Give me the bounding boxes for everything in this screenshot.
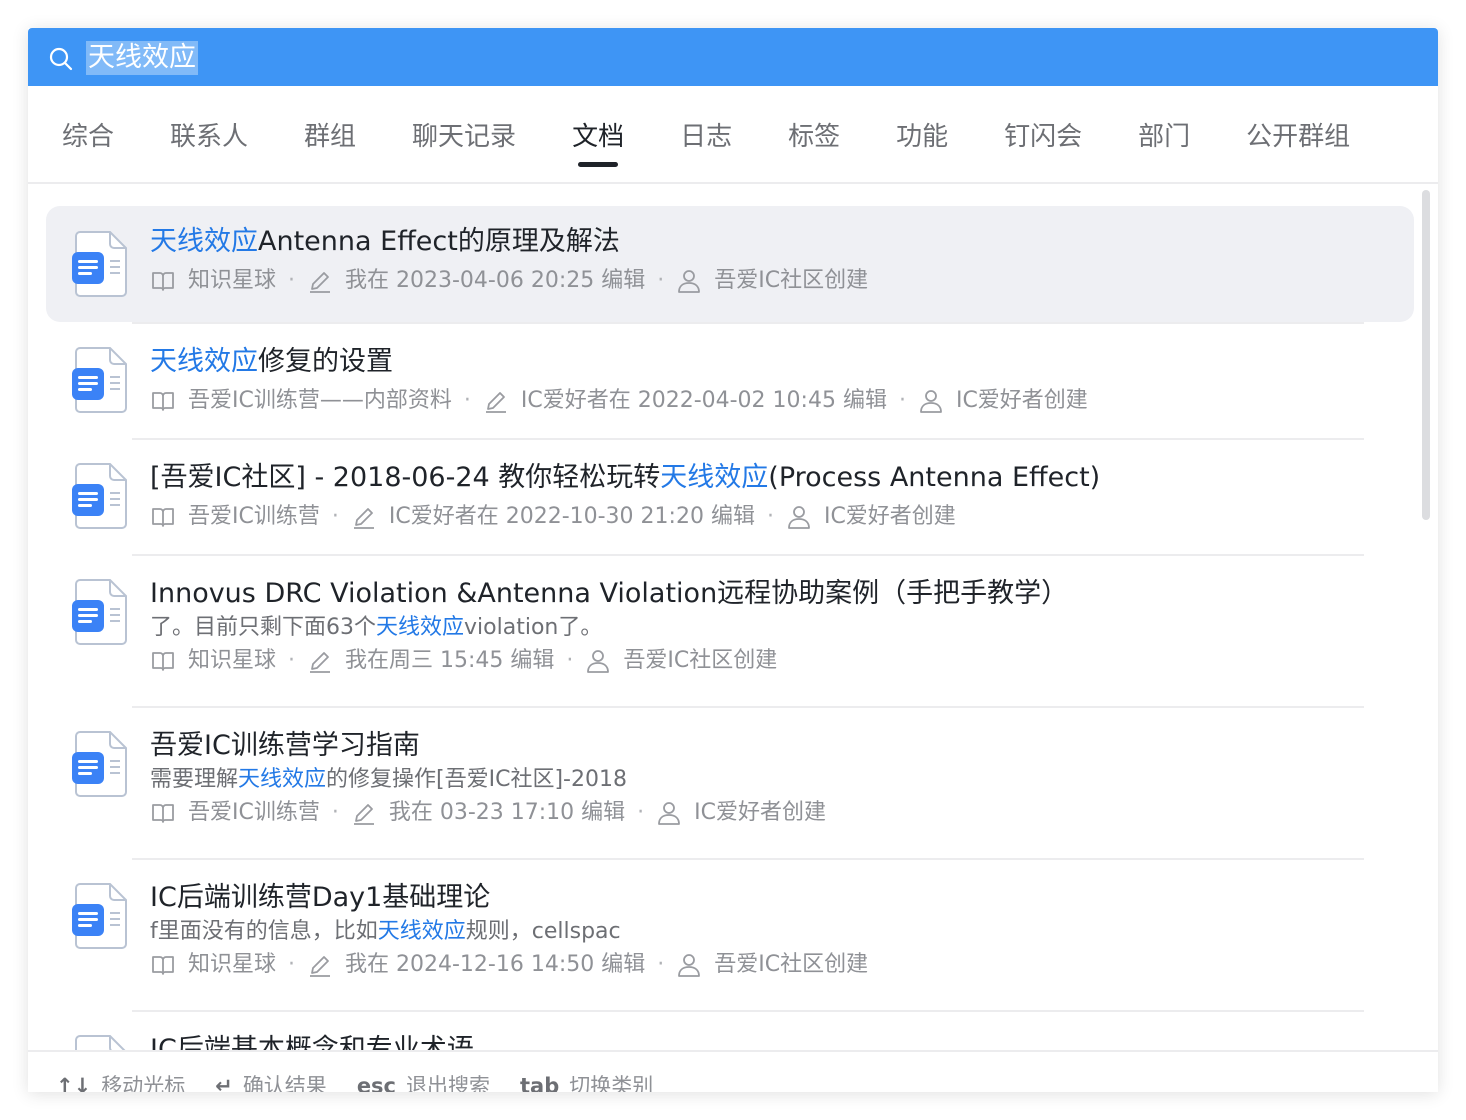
hint-move: ↑↓ 移动光标 [56, 1074, 186, 1092]
result-item[interactable]: 天线效应Antenna Effect的原理及解法 知识星球 · 我在 2023-… [46, 206, 1414, 322]
user-icon [676, 268, 702, 294]
pencil-icon [307, 268, 333, 294]
pencil-icon [483, 388, 509, 414]
tab-tags[interactable]: 标签 [788, 96, 840, 173]
pencil-icon [307, 952, 333, 978]
result-edited: 我在 03-23 17:10 编辑 [388, 800, 626, 825]
pencil-icon [351, 504, 377, 530]
hint-tab: tab 切换类别 [520, 1074, 654, 1092]
result-item[interactable]: 吾爱IC训练营学习指南 需要理解天线效应的修复操作[吾爱IC社区]-2018 吾… [46, 708, 1414, 858]
result-edited: 我在 2024-12-16 14:50 编辑 [345, 952, 646, 977]
result-space: 吾爱IC训练营——内部资料 [188, 388, 452, 413]
result-creator: IC爱好者创建 [955, 388, 1088, 413]
result-creator: 吾爱IC社区创建 [714, 268, 869, 293]
tab-logs[interactable]: 日志 [680, 96, 732, 173]
result-edited: IC爱好者在 2022-04-02 10:45 编辑 [520, 388, 887, 413]
user-icon [656, 800, 682, 826]
book-icon [150, 648, 176, 674]
result-title: 天线效应Antenna Effect的原理及解法 [150, 226, 620, 257]
pencil-icon [307, 648, 333, 674]
result-creator: IC爱好者创建 [823, 504, 956, 529]
tab-features[interactable]: 功能 [896, 96, 948, 173]
search-query[interactable]: 天线效应 [86, 41, 198, 75]
result-space: 吾爱IC训练营 [188, 504, 320, 529]
keyboard-hints: ↑↓ 移动光标 ↵ 确认结果 esc 退出搜索 tab 切换类别 [28, 1050, 1438, 1092]
result-item[interactable]: IC后端训练营Day1基础理论 f里面没有的信息，比如天线效应规则，cellsp… [46, 860, 1414, 1010]
book-icon [150, 268, 176, 294]
result-meta: 知识星球 · 我在 2023-04-06 20:25 编辑 · 吾爱IC社区创建 [150, 264, 1414, 298]
tab-flash-meeting[interactable]: 钉闪会 [1004, 96, 1082, 173]
tab-departments[interactable]: 部门 [1138, 96, 1190, 173]
result-meta: 吾爱IC训练营 · IC爱好者在 2022-10-30 21:20 编辑 · I… [150, 500, 1414, 534]
book-icon [150, 504, 176, 530]
result-space: 知识星球 [188, 952, 277, 977]
result-title: 吾爱IC训练营学习指南 [150, 730, 420, 761]
user-icon [676, 952, 702, 978]
category-tabs: 综合 联系人 群组 聊天记录 文档 日志 标签 功能 钉闪会 部门 公开群组 [28, 86, 1438, 184]
tab-all[interactable]: 综合 [62, 96, 114, 173]
tab-groups[interactable]: 群组 [304, 96, 356, 173]
tab-chat-history[interactable]: 聊天记录 [412, 96, 516, 173]
result-title: Innovus DRC Violation &Antenna Violation… [150, 578, 1069, 609]
result-edited: IC爱好者在 2022-10-30 21:20 编辑 [388, 504, 755, 529]
result-meta: 知识星球 · 我在 2024-12-16 14:50 编辑 · 吾爱IC社区创建 [150, 948, 1414, 982]
hint-esc: esc 退出搜索 [356, 1074, 491, 1092]
result-item[interactable]: [吾爱IC社区] - 2018-06-24 教你轻松玩转天线效应(Process… [46, 440, 1414, 554]
search-bar: 天线效应 [28, 28, 1438, 86]
result-creator: 吾爱IC社区创建 [623, 648, 778, 673]
result-item[interactable]: IC后端基本概念和专业术语 [46, 1012, 1414, 1054]
scrollbar[interactable] [1422, 190, 1430, 520]
result-snippet: f里面没有的信息，比如天线效应规则，cellspac [150, 919, 621, 944]
result-space: 知识星球 [188, 648, 277, 673]
result-meta: 吾爱IC训练营——内部资料 · IC爱好者在 2022-04-02 10:45 … [150, 384, 1414, 418]
pencil-icon [351, 800, 377, 826]
result-title: 天线效应修复的设置 [150, 346, 393, 377]
result-meta: 吾爱IC训练营 · 我在 03-23 17:10 编辑 · IC爱好者创建 [150, 796, 1414, 830]
result-snippet: 了。目前只剩下面63个天线效应violation了。 [150, 615, 603, 640]
user-icon [918, 388, 944, 414]
search-panel: 天线效应 综合 联系人 群组 聊天记录 文档 日志 标签 功能 钉闪会 部门 公… [28, 28, 1438, 1092]
result-edited: 我在 2023-04-06 20:25 编辑 [345, 268, 646, 293]
result-item[interactable]: 天线效应修复的设置 吾爱IC训练营——内部资料 · IC爱好者在 2022-04… [46, 324, 1414, 438]
result-space: 吾爱IC训练营 [188, 800, 320, 825]
book-icon [150, 800, 176, 826]
book-icon [150, 952, 176, 978]
result-creator: 吾爱IC社区创建 [714, 952, 869, 977]
tab-contacts[interactable]: 联系人 [170, 96, 248, 173]
result-meta: 知识星球 · 我在周三 15:45 编辑 · 吾爱IC社区创建 [150, 644, 1414, 678]
results-list: 天线效应Antenna Effect的原理及解法 知识星球 · 我在 2023-… [28, 182, 1418, 1054]
result-snippet: 需要理解天线效应的修复操作[吾爱IC社区]-2018 [150, 767, 627, 792]
result-item[interactable]: Innovus DRC Violation &Antenna Violation… [46, 556, 1414, 706]
hint-confirm: ↵ 确认结果 [215, 1074, 327, 1092]
result-creator: IC爱好者创建 [694, 800, 827, 825]
result-edited: 我在周三 15:45 编辑 [345, 648, 555, 673]
tab-documents[interactable]: 文档 [572, 96, 624, 173]
user-icon [786, 504, 812, 530]
search-icon [49, 47, 73, 71]
result-title: IC后端训练营Day1基础理论 [150, 882, 491, 913]
result-space: 知识星球 [188, 268, 277, 293]
tab-public-groups[interactable]: 公开群组 [1246, 96, 1350, 173]
book-icon [150, 388, 176, 414]
user-icon [585, 648, 611, 674]
result-title: [吾爱IC社区] - 2018-06-24 教你轻松玩转天线效应(Process… [150, 462, 1101, 493]
